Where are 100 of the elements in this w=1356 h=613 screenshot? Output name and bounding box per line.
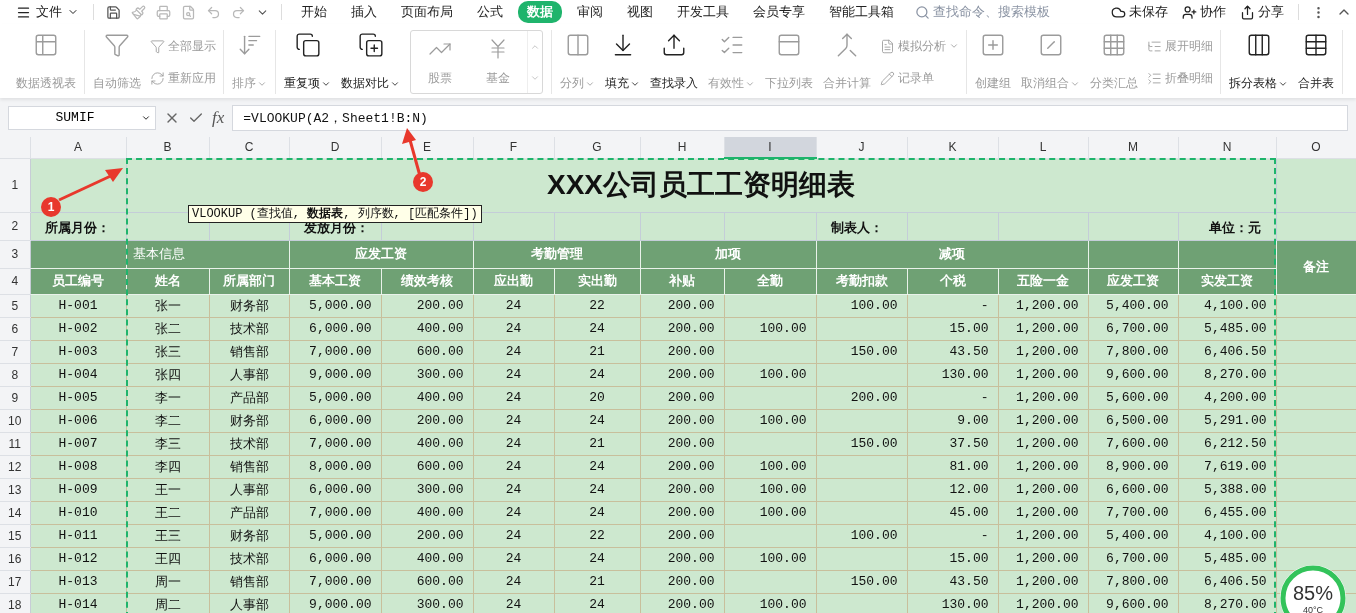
row-number[interactable]: 11: [0, 432, 30, 455]
ribbon-button[interactable]: 数据对比: [337, 30, 404, 94]
squares-icon: [357, 32, 384, 58]
ribbon-button[interactable]: 合并表: [1294, 30, 1338, 94]
pencil-icon: [880, 70, 895, 86]
column-header[interactable]: H: [640, 137, 724, 158]
column-header[interactable]: O: [1276, 137, 1356, 158]
column-header[interactable]: L: [998, 137, 1088, 158]
table-cell: 王四: [126, 547, 209, 570]
row-number[interactable]: 5: [0, 294, 30, 317]
column-header[interactable]: K: [907, 137, 998, 158]
row-number[interactable]: 14: [0, 501, 30, 524]
info-label: 所属月份：: [30, 212, 126, 240]
table-icon: [33, 32, 59, 58]
info-label: 制表人：: [816, 212, 907, 240]
brush-icon[interactable]: [131, 4, 146, 20]
caret-icon: [949, 41, 959, 51]
group-header: 考勤管理: [473, 240, 640, 268]
file-menu[interactable]: 文件: [10, 3, 85, 21]
row-number[interactable]: 3: [0, 240, 30, 268]
funnel-icon: [104, 32, 130, 58]
formula-field[interactable]: =VLOOKUP(A2，Sheet1!B:N): [232, 104, 1348, 131]
row-number[interactable]: 17: [0, 570, 30, 593]
ribbon-tab[interactable]: 开始: [292, 1, 336, 23]
ribbon-tab[interactable]: 智能工具箱: [820, 1, 903, 23]
column-header[interactable]: D: [289, 137, 381, 158]
undo-icon[interactable]: [206, 4, 221, 20]
column-title: 应发工资: [1088, 268, 1178, 294]
row-number[interactable]: 18: [0, 593, 30, 613]
column-title: 所属部门: [209, 268, 289, 294]
group-header: 基本信息: [126, 240, 289, 268]
toolbar-action[interactable]: 协作: [1176, 3, 1232, 21]
ribbon-tab[interactable]: 插入: [342, 1, 386, 23]
column-header[interactable]: C: [209, 137, 289, 158]
column-header[interactable]: F: [473, 137, 554, 158]
ribbon-button[interactable]: 拆分表格: [1225, 30, 1292, 94]
table-cell: 张二: [126, 317, 209, 340]
ribbon-tab[interactable]: 公式: [468, 1, 512, 23]
ribbon-tab[interactable]: 视图: [618, 1, 662, 23]
group-header: 加项: [640, 240, 816, 268]
arrow: [58, 168, 123, 202]
menu-icon: [16, 4, 31, 20]
row-number[interactable]: 7: [0, 340, 30, 363]
row-number[interactable]: 1: [0, 158, 30, 212]
column-header[interactable]: B: [126, 137, 209, 158]
ribbon-button[interactable]: 填充: [601, 30, 644, 94]
column-header[interactable]: N: [1178, 137, 1276, 158]
row-number[interactable]: 12: [0, 455, 30, 478]
column-title: 实出勤: [554, 268, 640, 294]
row-number[interactable]: 9: [0, 386, 30, 409]
column-title: 姓名: [126, 268, 209, 294]
toolbar-action[interactable]: 分享: [1234, 3, 1290, 21]
grid-icon: [1101, 32, 1127, 58]
column-header[interactable]: A: [30, 137, 126, 158]
table-cell: 王一: [126, 478, 209, 501]
list-collapse-icon: [1147, 70, 1162, 86]
select-all-corner[interactable]: [0, 137, 30, 158]
ribbon-tab[interactable]: 页面布局: [392, 1, 462, 23]
column-header[interactable]: J: [816, 137, 907, 158]
info-label: 单位：元: [1178, 212, 1276, 240]
row-number[interactable]: 16: [0, 547, 30, 570]
save-icon[interactable]: [106, 4, 121, 20]
ribbon-tab[interactable]: 开发工具: [668, 1, 738, 23]
table-cell: 张四: [126, 363, 209, 386]
column-title: 员工编号: [30, 268, 126, 294]
redo-icon[interactable]: [231, 4, 246, 20]
search-icon: [915, 4, 930, 20]
funnel-icon: [150, 38, 165, 54]
document-icon: [880, 38, 895, 54]
ribbon-button[interactable]: 查找录入: [646, 30, 702, 94]
column-header[interactable]: I: [724, 137, 816, 158]
name-box[interactable]: SUMIF: [8, 105, 156, 130]
squares-icon: [294, 32, 321, 58]
function-tooltip: VLOOKUP (查找值, 数据表, 列序数, [匹配条件]): [188, 205, 482, 223]
group-header: 减项: [816, 240, 1088, 268]
column-title: 五险一金: [998, 268, 1088, 294]
ribbon-tab[interactable]: 审阅: [568, 1, 612, 23]
column-title: 备注: [1276, 240, 1356, 294]
toolbar-action[interactable]: 未保存: [1105, 3, 1174, 21]
column-title: 补贴: [640, 268, 724, 294]
row-number[interactable]: 6: [0, 317, 30, 340]
group-header: 应发工资: [289, 240, 473, 268]
table-icon: [1303, 32, 1329, 58]
print-icon[interactable]: [156, 4, 171, 20]
row-number[interactable]: 10: [0, 409, 30, 432]
upload-icon: [661, 32, 687, 58]
ribbon-button[interactable]: 重复项: [280, 30, 335, 94]
column-header[interactable]: G: [554, 137, 640, 158]
row-number[interactable]: 15: [0, 524, 30, 547]
row-number[interactable]: 2: [0, 212, 30, 240]
ribbon-tab[interactable]: 会员专享: [744, 1, 814, 23]
row-number[interactable]: 8: [0, 363, 30, 386]
cloud-icon: [1111, 4, 1126, 20]
column-title: 考勤扣款: [816, 268, 907, 294]
preview-icon[interactable]: [181, 4, 196, 20]
row-number[interactable]: 4: [0, 268, 30, 294]
function-button[interactable]: fx: [212, 107, 225, 128]
column-header[interactable]: M: [1088, 137, 1178, 158]
row-number[interactable]: 13: [0, 478, 30, 501]
column-header[interactable]: E: [381, 137, 473, 158]
